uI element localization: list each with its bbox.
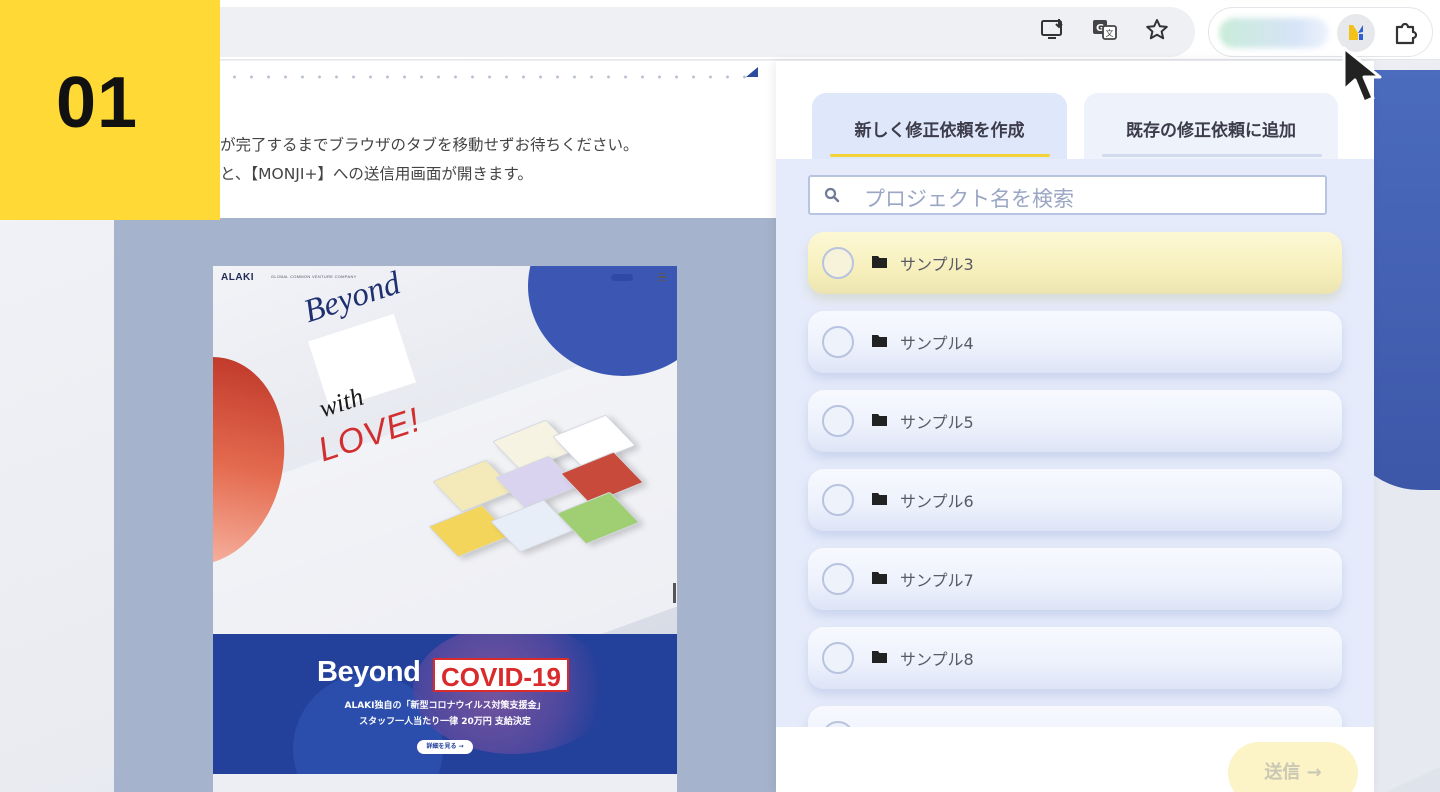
radio-button[interactable] [822, 721, 854, 727]
search-input[interactable]: プロジェクト名を検索 [808, 175, 1327, 215]
extension-popup: 新しく修正依頼を作成 既存の修正依頼に追加 プロジェクト名を検索 サンプル3 サ… [776, 61, 1374, 792]
project-name: サンプル8 [900, 650, 974, 669]
project-name: サンプル4 [900, 334, 974, 353]
covid-shape [413, 634, 613, 754]
project-item[interactable]: サンプル7 [808, 548, 1342, 610]
site-hero: ALAKI GLOBAL COMMON VENTURE COMPANY Beyo… [213, 266, 677, 634]
send-button[interactable]: 送信 → [1228, 742, 1358, 792]
instruction-line-1: が完了するまでブラウザのタブを移動せずお待ちください。 [220, 136, 639, 154]
tab-new-request[interactable]: 新しく修正依頼を作成 [812, 93, 1067, 159]
radio-button[interactable] [822, 563, 854, 595]
folder-icon [872, 651, 887, 663]
step-badge: 01 [0, 0, 220, 220]
search-icon [824, 187, 840, 203]
project-item[interactable]: サンプル3 [808, 232, 1342, 294]
mouse-cursor-icon [1342, 46, 1382, 104]
project-name: サンプル7 [900, 571, 974, 590]
folder-icon [872, 493, 887, 505]
covid-title: Beyond [317, 656, 421, 688]
svg-text:文: 文 [1106, 28, 1114, 38]
folder-icon [872, 256, 887, 268]
radio-button[interactable] [822, 642, 854, 674]
extensions-puzzle-icon[interactable] [1393, 19, 1419, 45]
tab-active-underline [830, 154, 1050, 157]
covid-line-1: ALAKI独自の「新型コロナウイルス対策支援金」 [344, 701, 546, 711]
search-placeholder: プロジェクト名を検索 [864, 187, 1074, 211]
instruction-line-2: と、【MONJI+】への送信用画面が開きます。 [220, 165, 533, 183]
project-item[interactable]: サンプル5 [808, 390, 1342, 452]
install-app-icon[interactable] [1040, 17, 1066, 43]
tab-inactive-underline [1102, 154, 1322, 157]
blurred-profile [1219, 18, 1329, 48]
corner-mark [746, 67, 758, 77]
tab-add-existing[interactable]: 既存の修正依頼に追加 [1084, 93, 1338, 159]
project-item[interactable]: サンプル6 [808, 469, 1342, 531]
tab-add-existing-label: 既存の修正依頼に追加 [1126, 121, 1296, 141]
covid-banner: Beyond COVID-19 ALAKI独自の「新型コロナウイルス対策支援金」… [213, 634, 677, 774]
project-item[interactable]: サンプル8 [808, 627, 1342, 689]
address-bar[interactable] [150, 7, 1195, 57]
project-item[interactable]: サンプル4 [808, 311, 1342, 373]
tab-new-request-label: 新しく修正依頼を作成 [854, 121, 1025, 141]
radio-button[interactable] [822, 484, 854, 516]
site-menu-icon [658, 273, 666, 281]
folder-icon [872, 335, 887, 347]
project-name: サンプル3 [900, 255, 974, 274]
site-logo-subtitle: GLOBAL COMMON VENTURE COMPANY [271, 274, 357, 279]
folder-icon [872, 414, 887, 426]
covid-tag: COVID-19 [433, 658, 569, 692]
translate-icon[interactable]: G 文 [1092, 17, 1118, 43]
project-item-partial[interactable] [808, 706, 1342, 727]
radio-button[interactable] [822, 405, 854, 437]
radio-button[interactable] [822, 247, 854, 279]
bookmark-star-icon[interactable] [1144, 17, 1170, 43]
dotted-divider [226, 75, 746, 79]
site-language-toggle [611, 274, 633, 281]
step-number: 01 [56, 63, 139, 143]
hero-blue-shape [528, 266, 677, 376]
project-list-area: プロジェクト名を検索 サンプル3 サンプル4 サンプル5 サンプル6 サンプル7 [776, 159, 1374, 727]
project-name: サンプル6 [900, 492, 974, 511]
project-name: サンプル5 [900, 413, 974, 432]
covid-detail-button: 詳細を見る → [417, 740, 473, 754]
radio-button[interactable] [822, 326, 854, 358]
scrollbar-thumb[interactable] [673, 583, 676, 603]
website-preview: ALAKI GLOBAL COMMON VENTURE COMPANY Beyo… [213, 266, 677, 792]
site-logo: ALAKI [221, 272, 255, 283]
covid-line-2: スタッフ一人当たり一律 20万円 支給決定 [359, 717, 531, 727]
folder-icon [872, 572, 887, 584]
